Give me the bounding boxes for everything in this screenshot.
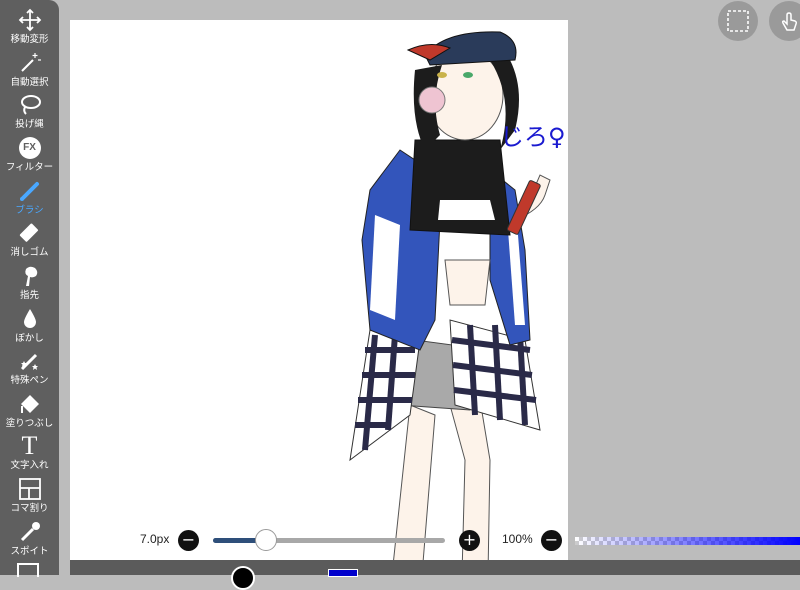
- brush-size-increase-button[interactable]: +: [459, 530, 480, 551]
- tool-smudge[interactable]: 指先: [0, 260, 59, 302]
- current-color-swatch[interactable]: [328, 569, 358, 577]
- panel-divide-icon: [17, 477, 43, 501]
- tool-label: 自動選択: [10, 77, 49, 88]
- tool-eyedropper[interactable]: スポイト: [0, 516, 59, 558]
- lasso-icon: [17, 93, 43, 117]
- blur-drop-icon: [17, 307, 43, 331]
- selection-button[interactable]: [718, 1, 758, 41]
- tool-lasso[interactable]: 投げ縄: [0, 89, 59, 131]
- smudge-icon: [17, 264, 43, 288]
- text-icon: T: [21, 431, 38, 460]
- drawing-canvas[interactable]: じろ♀: [70, 20, 568, 575]
- opacity-slider[interactable]: [575, 537, 800, 545]
- touch-gesture-icon: [781, 12, 798, 31]
- tool-label: 消しゴム: [10, 247, 49, 258]
- handwritten-text: じろ♀: [500, 123, 566, 151]
- eyedropper-icon: [17, 520, 43, 544]
- tool-move[interactable]: 移動変形: [0, 4, 59, 46]
- tool-label: 指先: [19, 290, 39, 301]
- tool-label: 文字入れ: [10, 460, 49, 471]
- brush-preview-button[interactable]: [231, 566, 255, 590]
- tool-special-pen[interactable]: 特殊ペン: [0, 345, 59, 387]
- tool-label: ぼかし: [15, 333, 44, 344]
- tool-label: ブラシ: [15, 205, 44, 216]
- tool-panel-divide[interactable]: コマ割り: [0, 473, 59, 515]
- fx-icon: FX: [17, 136, 43, 160]
- selection-icon: [727, 10, 749, 32]
- tool-label: 特殊ペン: [10, 375, 49, 386]
- bottom-toolbar: [70, 560, 800, 575]
- tool-label: 移動変形: [10, 34, 49, 45]
- move-icon: [17, 8, 43, 32]
- tool-filter[interactable]: FX フィルター: [0, 132, 59, 174]
- eraser-icon: [17, 221, 43, 245]
- tool-sidebar: 移動変形 自動選択 投げ縄 FX フィルター ブラシ 消しゴム 指先 ぼかし 特…: [0, 0, 59, 577]
- fill-bucket-icon: [17, 392, 43, 416]
- tool-label: フィルター: [5, 162, 54, 173]
- zoom-label: 100%: [502, 532, 533, 546]
- tool-fill[interactable]: 塗りつぶし: [0, 388, 59, 430]
- brush-size-slider[interactable]: [213, 538, 445, 543]
- tool-text[interactable]: T 文字入れ: [0, 430, 59, 472]
- tool-brush[interactable]: ブラシ: [0, 175, 59, 217]
- artwork: じろ♀: [349, 31, 566, 575]
- tool-label: 投げ縄: [15, 119, 44, 130]
- zoom-decrease-button[interactable]: −: [541, 530, 562, 551]
- brush-size-label: 7.0px: [140, 532, 170, 546]
- tool-label: スポイト: [10, 546, 49, 557]
- touch-gesture-button[interactable]: [769, 1, 800, 41]
- special-pen-icon: [17, 349, 43, 373]
- tool-magic-wand[interactable]: 自動選択: [0, 47, 59, 89]
- tool-eraser[interactable]: 消しゴム: [0, 217, 59, 259]
- tool-label: 塗りつぶし: [5, 418, 54, 429]
- brush-icon: [17, 179, 43, 203]
- magic-wand-icon: [17, 51, 43, 75]
- brush-size-decrease-button[interactable]: −: [178, 530, 199, 551]
- tool-label: コマ割り: [10, 503, 49, 514]
- tool-blur[interactable]: ぼかし: [0, 303, 59, 345]
